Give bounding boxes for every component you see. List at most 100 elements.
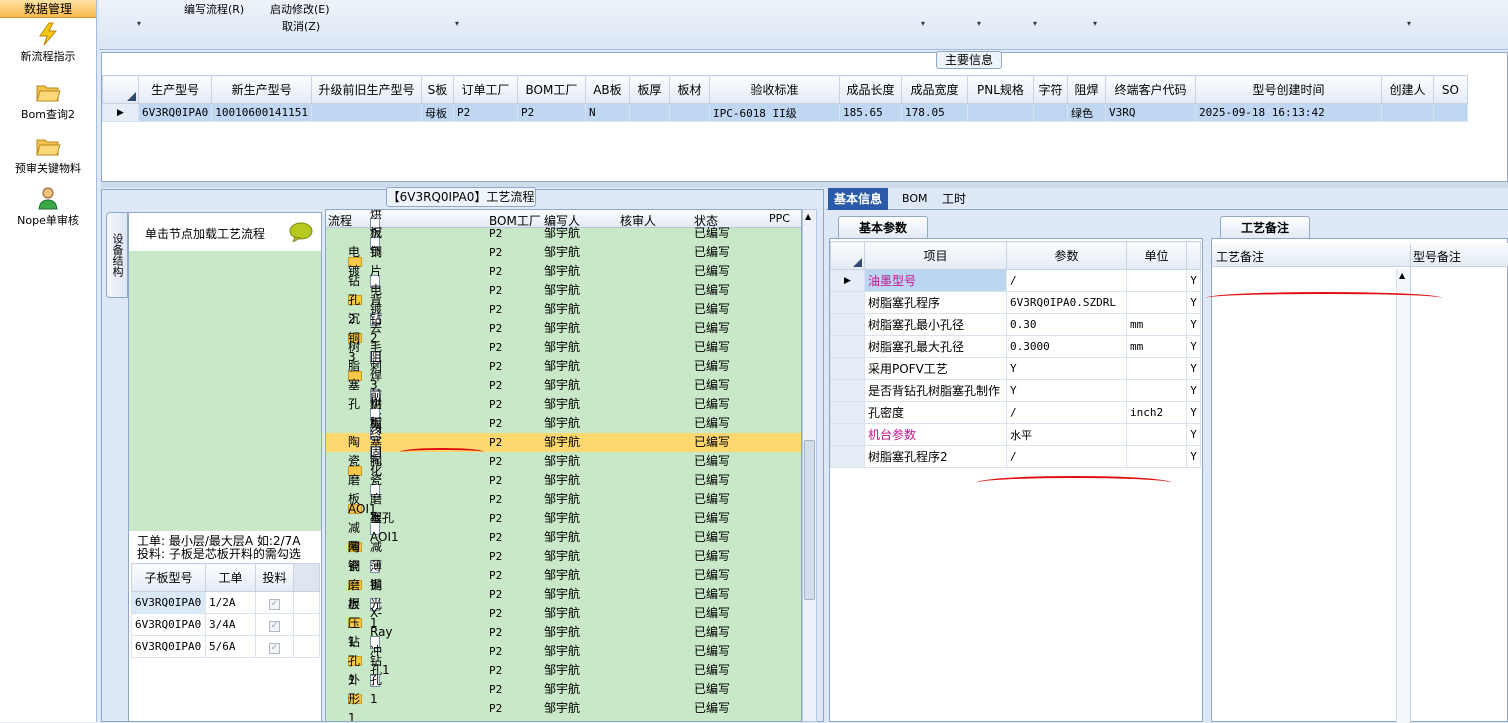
param-row[interactable]: 采用POFV工艺 Y Y [830, 357, 1201, 380]
sub-order-cell[interactable]: 5/6A [205, 635, 256, 658]
table-cell[interactable] [1380, 103, 1434, 122]
param-row[interactable]: 树脂塞孔程序2/ Y [830, 445, 1201, 468]
param-unit[interactable] [1126, 445, 1187, 468]
param-row[interactable]: 树脂塞孔最大孔径 0.3000 mm Y [830, 335, 1201, 358]
param-item[interactable]: 采用POFV工艺 [864, 357, 1007, 380]
param-value[interactable]: 0.30 [1006, 313, 1127, 336]
param-unit[interactable]: mm [1126, 313, 1187, 336]
table-cell[interactable]: 10010600141151 [211, 103, 312, 122]
param-value[interactable]: 0.3000 [1006, 335, 1127, 358]
param-value[interactable]: / [1006, 401, 1127, 424]
param-item[interactable]: 孔密度 [864, 401, 1007, 424]
tree-row[interactable]: 陶瓷磨板 P2 邹宇航 已编写 [326, 454, 801, 525]
col-header[interactable]: AB板 [584, 75, 630, 104]
col-header[interactable]: 升级前旧生产型号 [310, 75, 422, 104]
row-selector[interactable] [830, 291, 865, 314]
param-row[interactable]: 机台参数 水平 Y [830, 423, 1201, 446]
param-value[interactable]: / [1006, 445, 1127, 468]
param-value[interactable]: / [1006, 269, 1127, 292]
tree-row[interactable]: −树脂塞孔P2邹宇航已编写 [326, 340, 801, 411]
param-item[interactable]: 机台参数 [864, 423, 1007, 446]
dropdown-caret-icon[interactable]: ▾ [1033, 19, 1037, 28]
nav-item-bom-query[interactable]: Bom查询2 [0, 80, 96, 122]
param-item[interactable]: 是否背钻孔树脂塞孔制作 [864, 379, 1007, 402]
tree-row[interactable]: −外形1P2邹宇航已编写 [326, 673, 801, 721]
dropdown-caret-icon[interactable]: ▾ [455, 19, 459, 28]
param-unit[interactable] [1126, 423, 1187, 446]
table-cell[interactable]: P2 [452, 103, 518, 122]
scroll-thumb[interactable] [804, 440, 815, 600]
sub-model-cell[interactable]: 6V3RQ0IPA0 [131, 635, 206, 658]
table-cell[interactable] [1032, 103, 1068, 122]
param-row[interactable]: 是否背钻孔树脂塞孔制作 Y Y [830, 379, 1201, 402]
param-value[interactable]: 水平 [1006, 423, 1127, 446]
col-header[interactable]: PNL规格 [966, 75, 1034, 104]
feed-checkbox[interactable]: ✓ [255, 635, 294, 658]
table-cell[interactable]: N [584, 103, 630, 122]
param-row[interactable]: 孔密度 / inch2 Y [830, 401, 1201, 424]
dropdown-caret-icon[interactable]: ▾ [137, 19, 141, 28]
table-row[interactable]: 6V3RQ0IPA0 5/6A ✓ [131, 635, 320, 658]
table-cell[interactable] [1432, 103, 1468, 122]
table-row[interactable]: 6V3RQ0IPA0 3/4A ✓ [131, 613, 320, 636]
feed-checkbox[interactable]: ✓ [255, 613, 294, 636]
tree-row[interactable]: 背钻2 P2 邹宇航 已编写 [326, 293, 801, 345]
param-unit[interactable]: inch2 [1126, 401, 1187, 424]
col-header[interactable]: S板 [420, 75, 454, 104]
param-value[interactable]: 6V3RQ0IPA0.SZDRL [1006, 291, 1127, 314]
tree-row[interactable]: 抛光1 P2 邹宇航 已编写 [326, 578, 801, 630]
row-selector[interactable] [830, 401, 865, 424]
sub-order-cell[interactable]: 3/4A [205, 613, 256, 636]
tree-row[interactable]: 沉铜 P2 邹宇航 已编写 [326, 226, 801, 262]
col-header[interactable]: 字符 [1032, 75, 1068, 104]
dropdown-caret-icon[interactable]: ▾ [921, 19, 925, 28]
param-row[interactable]: 树脂塞孔最小孔径 0.30 mm Y [830, 313, 1201, 336]
tab-bom[interactable]: BOM [896, 188, 934, 210]
tree-row[interactable]: −层压1P2邹宇航已编写 [326, 597, 801, 649]
tree-row[interactable]: 终固化 P2 邹宇航 已编写 [326, 426, 801, 478]
col-header[interactable]: 阻焊 [1066, 75, 1106, 104]
row-selector-icon[interactable]: ▶ [102, 103, 139, 122]
col-header[interactable]: 新生产型号 [211, 75, 312, 104]
table-cell[interactable]: IPC-6018 II级 [708, 103, 840, 122]
param-item[interactable]: 树脂塞孔程序 [864, 291, 1007, 314]
table-cell[interactable]: 185.65 [838, 103, 902, 122]
table-cell[interactable]: 2025-09-18 16:13:42 [1194, 103, 1382, 122]
tab-basic-info[interactable]: 基本信息 [828, 188, 889, 210]
tree-row[interactable]: 钻孔1 P2 邹宇航 已编写 [326, 654, 801, 706]
param-item[interactable]: 树脂塞孔最小孔径 [864, 313, 1007, 336]
col-header[interactable]: 板厚 [628, 75, 670, 104]
tree-row[interactable]: −沉铜3P2邹宇航已编写 [326, 312, 801, 364]
remarks-scrollbar[interactable]: ▲ [1396, 269, 1410, 723]
tree-row[interactable]: 减薄铜 P2 邹宇航 已编写 [326, 540, 801, 592]
row-selector[interactable] [830, 357, 865, 380]
table-cell[interactable]: 母板 [420, 103, 454, 122]
param-unit[interactable] [1126, 357, 1187, 380]
row-selector[interactable]: ▶ [830, 269, 865, 292]
table-cell[interactable]: 绿色 [1066, 103, 1106, 122]
param-item[interactable]: 树脂塞孔最大孔径 [864, 335, 1007, 358]
tree-scrollbar[interactable]: ▲ [802, 209, 817, 722]
col-header[interactable]: 型号创建时间 [1194, 75, 1382, 104]
param-row[interactable]: ▶ 油墨型号 / Y [830, 269, 1201, 292]
tree-row[interactable]: 负片电镀 P2 邹宇航 已编写 [326, 245, 801, 316]
sub-model-cell[interactable]: 6V3RQ0IPA0 [131, 591, 206, 614]
dropdown-caret-icon[interactable]: ▾ [977, 19, 981, 28]
row-selector[interactable] [830, 335, 865, 358]
row-selector[interactable] [830, 423, 865, 446]
tree-row[interactable]: 阻焊前处理P2邹宇航已编写 [326, 350, 801, 440]
tab-basic-params[interactable]: 基本参数 [838, 216, 928, 238]
start-modify-button[interactable]: 启动修改(E) [270, 1, 330, 17]
col-header[interactable]: 成品长度 [838, 75, 902, 104]
table-cell[interactable]: P2 [516, 103, 586, 122]
col-header[interactable]: 生产型号 [137, 75, 213, 104]
tree-row[interactable]: 塞孔AOI1 P2 邹宇航 已编写 [326, 511, 801, 547]
col-header[interactable]: SO [1432, 75, 1468, 104]
table-cell[interactable]: V3RQ [1104, 103, 1196, 122]
tree-row[interactable]: −电镀P2邹宇航已编写 [326, 245, 801, 281]
param-item[interactable]: 树脂塞孔程序2 [864, 445, 1007, 468]
scroll-up-icon[interactable]: ▲ [1399, 271, 1405, 280]
tree-row[interactable]: 烘板 P2 邹宇航 已编写 [326, 397, 801, 433]
table-cell[interactable]: 178.05 [900, 103, 968, 122]
col-header[interactable]: 验收标准 [708, 75, 840, 104]
